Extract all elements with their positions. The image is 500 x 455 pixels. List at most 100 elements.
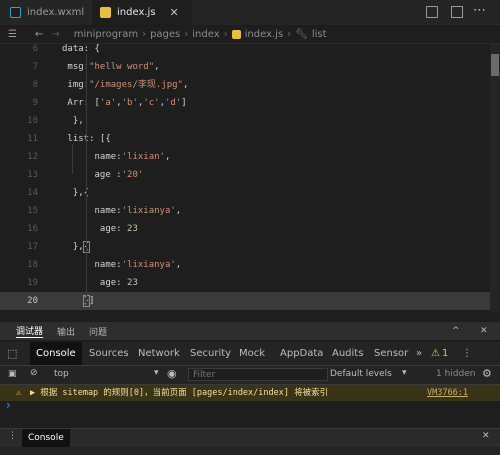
tab-debugger[interactable]: 调试器 — [16, 324, 44, 338]
console-warning-row[interactable]: ⚠ ▶ 根据 sitemap 的规则[0]，当前页面 [pages/index/… — [0, 385, 500, 401]
tab-console[interactable]: Console — [30, 342, 82, 365]
code-text: age :'20' — [62, 170, 144, 180]
more-options-icon[interactable]: ⋮ — [462, 342, 472, 365]
tab-index-js[interactable]: index.js ✕ — [92, 0, 192, 25]
code-line[interactable]: 9 Arr: ['a','b','c','d'] — [0, 94, 490, 112]
code-line[interactable]: 19 age: 23 — [0, 274, 490, 292]
code-line[interactable]: 15 name:'lixianya', — [0, 202, 490, 220]
editor-tab-bar: index.wxml index.js ✕ ⋯ — [0, 0, 500, 26]
split-editor-icon[interactable] — [451, 6, 463, 18]
code-line[interactable]: 12 name:'lixian', — [0, 148, 490, 166]
clear-console-icon[interactable]: ⊘ — [30, 368, 38, 378]
tab-audits[interactable]: Audits — [332, 342, 363, 365]
code-editor[interactable]: 6 data: {7 msg:"hellw word", 8 img:"/image… — [0, 44, 500, 312]
js-file-icon — [100, 7, 111, 18]
line-number: 16 — [27, 224, 38, 234]
forward-icon[interactable]: → — [51, 29, 59, 40]
chevron-down-icon[interactable]: ▾ — [402, 368, 407, 378]
chevron-up-icon[interactable]: ^ — [452, 326, 460, 336]
compare-icon[interactable] — [426, 6, 438, 18]
log-levels-select[interactable]: Default levels — [330, 369, 392, 379]
line-number: 12 — [27, 152, 38, 162]
line-number: 9 — [32, 98, 38, 108]
warning-message[interactable]: ▶ 根据 sitemap 的规则[0]，当前页面 [pages/index/in… — [30, 385, 328, 401]
line-number: 11 — [27, 134, 38, 144]
chevron-right-icon: › — [287, 29, 292, 40]
code-line[interactable]: 13 age :'20' — [0, 166, 490, 184]
indent-guide — [86, 54, 87, 304]
warning-count[interactable]: 1 — [442, 342, 448, 365]
close-panel-icon[interactable]: ✕ — [480, 326, 488, 336]
tab-network[interactable]: Network — [138, 342, 180, 365]
line-number: 14 — [27, 188, 38, 198]
js-file-icon — [231, 30, 241, 39]
crumb-miniprogram[interactable]: miniprogram — [74, 29, 138, 40]
tab-security[interactable]: Security — [190, 342, 231, 365]
close-drawer-icon[interactable]: ✕ — [482, 431, 490, 441]
crumb-file[interactable]: index.js — [245, 29, 284, 40]
indent-guide — [72, 144, 73, 174]
source-link[interactable]: VM3766:1 — [427, 385, 468, 401]
outline-icon[interactable]: ☰ — [8, 29, 17, 40]
code-line[interactable]: 6 data: { — [0, 44, 490, 58]
code-line[interactable]: 14 },{ — [0, 184, 490, 202]
sidebar-toggle-icon[interactable]: ▣ — [8, 369, 17, 379]
code-text: msg:"hellw word", — [62, 62, 160, 72]
tab-appdata[interactable]: AppData — [280, 342, 323, 365]
chevron-right-icon: › — [142, 29, 147, 40]
more-icon[interactable]: ⋯ — [473, 3, 486, 18]
editor-scrollbar[interactable] — [490, 44, 500, 312]
code-line[interactable]: 11 list: [{ — [0, 130, 490, 148]
devtools-panel-tabs: 调试器 输出 问题 ^ ✕ — [0, 322, 500, 340]
tab-index-wxml[interactable]: index.wxml — [0, 0, 100, 25]
line-number: 6 — [32, 44, 38, 54]
code-text: name:'lixian', — [62, 152, 171, 162]
gear-icon[interactable]: ⚙ — [482, 367, 492, 380]
tab-sensor[interactable]: Sensor — [374, 342, 408, 365]
code-line[interactable]: 7 msg:"hellw word", — [0, 58, 490, 76]
back-icon[interactable]: ← — [35, 29, 43, 40]
code-line[interactable]: 16 age: 23 — [0, 220, 490, 238]
crumb-index[interactable]: index — [192, 29, 219, 40]
drawer-menu-icon[interactable]: ⋮ — [8, 431, 17, 441]
console-input[interactable]: › — [0, 398, 500, 425]
code-text: img:"/images/李现.jpg", — [62, 80, 189, 90]
tab-problems[interactable]: 问题 — [89, 325, 107, 338]
line-number: 20 — [27, 296, 38, 306]
crumb-pages[interactable]: pages — [150, 29, 180, 40]
code-text: Arr: ['a','b','c','d'] — [62, 98, 187, 108]
code-line[interactable]: 8 img:"/images/李现.jpg", — [0, 76, 490, 94]
context-select[interactable]: top — [54, 369, 69, 379]
line-number: 17 — [27, 242, 38, 252]
tab-mock[interactable]: Mock — [239, 342, 265, 365]
code-line[interactable]: 17 },{ — [0, 238, 490, 256]
code-line[interactable]: 20 }] — [0, 292, 490, 310]
status-strip — [0, 447, 500, 455]
wrench-icon: 🔧︎ — [295, 29, 308, 40]
prompt-caret: › — [6, 398, 11, 412]
code-text: age: 23 — [62, 278, 138, 288]
code-text: }] — [82, 295, 95, 307]
hidden-count: 1 hidden — [436, 369, 476, 379]
tab-label: index.js — [117, 7, 156, 18]
more-tabs-button[interactable]: » — [416, 342, 422, 365]
eye-icon[interactable]: ◉ — [167, 367, 177, 380]
code-line[interactable]: 10 }, — [0, 112, 490, 130]
tab-sources[interactable]: Sources — [89, 342, 129, 365]
line-number: 7 — [32, 62, 38, 72]
warning-icon: ⚠ — [16, 388, 22, 398]
close-icon[interactable]: ✕ — [170, 6, 179, 19]
chevron-right-icon: › — [184, 29, 189, 40]
filter-input[interactable] — [188, 368, 328, 381]
code-text: name:'lixianya', — [62, 206, 182, 216]
devtools-tab-bar: ⬚ Console Sources Network Security Mock … — [0, 342, 500, 366]
inspect-element-icon[interactable]: ⬚ — [7, 347, 17, 360]
tab-output[interactable]: 输出 — [57, 325, 75, 338]
chevron-down-icon[interactable]: ▾ — [154, 368, 159, 378]
chevron-right-icon: › — [223, 29, 228, 40]
scrollbar-thumb[interactable] — [491, 54, 499, 76]
crumb-symbol[interactable]: list — [312, 29, 327, 40]
code-line[interactable]: 18 name:'lixianya', — [0, 256, 490, 274]
line-number: 18 — [27, 260, 38, 270]
drawer-tab-console[interactable]: Console — [22, 429, 70, 447]
